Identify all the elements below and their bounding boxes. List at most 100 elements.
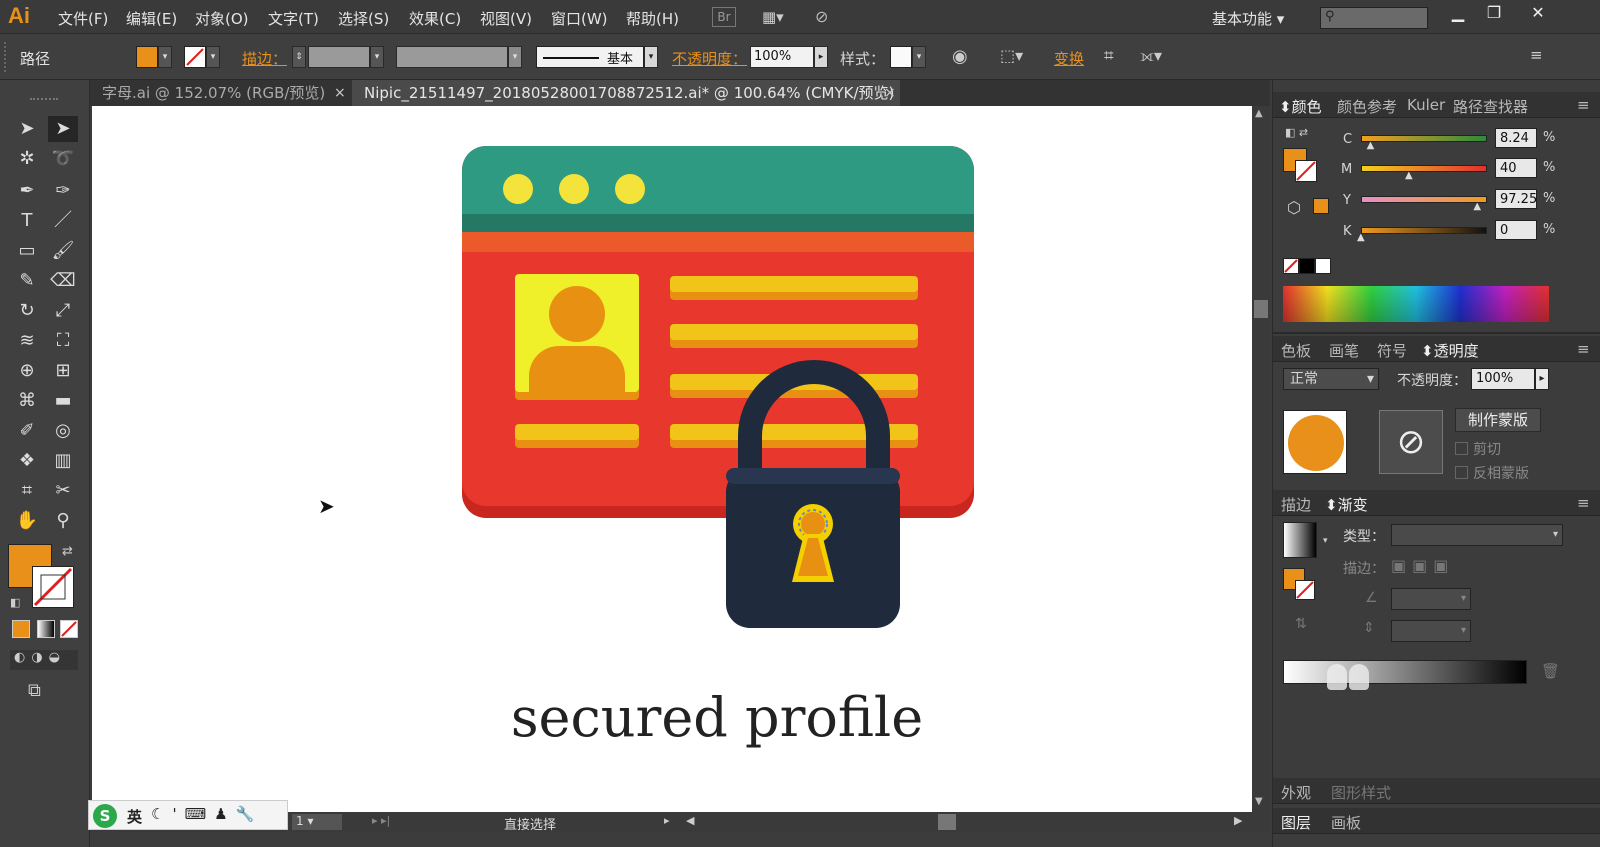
color-spectrum[interactable] xyxy=(1283,286,1549,322)
opacity-arrow[interactable]: ▸ xyxy=(814,46,828,68)
menu-edit[interactable]: 编辑(E) xyxy=(126,8,177,29)
scale-tool-icon[interactable]: ⤢ xyxy=(48,298,78,324)
channel-m-slider[interactable] xyxy=(1361,165,1487,172)
stroke-weight-dropdown[interactable]: ▾ xyxy=(370,46,384,68)
channel-y-slider[interactable] xyxy=(1361,196,1487,203)
stroke-color-icon[interactable] xyxy=(32,566,74,608)
channel-m-value[interactable]: 40 xyxy=(1495,158,1537,178)
invert-mask-checkbox[interactable] xyxy=(1455,466,1468,479)
symbol-sprayer-tool-icon[interactable]: ❖ xyxy=(12,448,42,474)
curvature-tool-icon[interactable]: ✑ xyxy=(48,178,78,204)
close-window-button[interactable]: ✕ xyxy=(1520,2,1556,24)
tab-close-icon[interactable]: × xyxy=(884,80,896,106)
shape-builder-tool-icon[interactable]: ⊕ xyxy=(12,358,42,384)
make-mask-button[interactable]: 制作蒙版 xyxy=(1455,408,1541,432)
slider-thumb-icon[interactable]: ▲ xyxy=(1357,232,1365,243)
hand-tool-icon[interactable]: ✋ xyxy=(12,508,42,534)
restore-button[interactable]: ❐ xyxy=(1476,2,1512,24)
zoom-tool-icon[interactable]: ⚲ xyxy=(48,508,78,534)
channel-k-value[interactable]: 0 xyxy=(1495,220,1537,240)
stroke-none-swatch[interactable] xyxy=(184,46,206,68)
perspective-grid-tool-icon[interactable]: ⊞ xyxy=(48,358,78,384)
clip-checkbox[interactable] xyxy=(1455,442,1468,455)
fill-dropdown[interactable]: ▾ xyxy=(158,46,172,68)
object-thumbnail[interactable] xyxy=(1283,410,1347,474)
menu-view[interactable]: 视图(V) xyxy=(480,8,532,29)
line-tool-icon[interactable]: ／ xyxy=(48,208,78,234)
tab-transparency[interactable]: ⬍透明度 xyxy=(1421,340,1479,361)
tab-color[interactable]: ⬍颜色 xyxy=(1279,96,1322,117)
rectangle-tool-icon[interactable]: ▭ xyxy=(12,238,42,264)
scroll-thumb[interactable] xyxy=(1254,300,1268,318)
opacity-panel-link[interactable]: 不透明度： xyxy=(672,48,747,69)
default-colors-icon[interactable]: ◧ ⇄ xyxy=(1285,126,1308,139)
artboard-number-field[interactable]: 1 ▾ xyxy=(292,814,342,830)
paintbrush-tool-icon[interactable]: 🖌 xyxy=(48,238,78,264)
transparency-opacity-field[interactable]: 100% xyxy=(1471,368,1535,390)
warp-tool-icon[interactable]: ≋ xyxy=(12,328,42,354)
magic-wand-tool-icon[interactable]: ✲ xyxy=(12,146,42,172)
delete-stop-icon[interactable]: 🗑 xyxy=(1541,662,1560,680)
channel-c-value[interactable]: 8.24 xyxy=(1495,128,1537,148)
tab-appearance[interactable]: 外观 xyxy=(1281,782,1311,803)
gradient-stroke-options-icon[interactable]: ▣▣▣ xyxy=(1391,556,1475,578)
bridge-button[interactable]: Br xyxy=(712,7,736,27)
gradient-slider[interactable] xyxy=(1283,660,1527,684)
tab-document-letters[interactable]: 字母.ai @ 152.07% (RGB/预览) xyxy=(90,80,352,106)
white-color-swatch[interactable] xyxy=(1315,258,1331,274)
menu-effect[interactable]: 效果(C) xyxy=(409,8,461,29)
menu-window[interactable]: 窗口(W) xyxy=(551,8,608,29)
slider-thumb-icon[interactable]: ▲ xyxy=(1473,201,1481,212)
pen-tool-icon[interactable]: ✒ xyxy=(12,178,42,204)
ime-language-toggle[interactable]: 英 xyxy=(127,806,142,827)
tab-layers[interactable]: 图层 xyxy=(1281,812,1311,833)
gradient-type-select[interactable]: ▾ xyxy=(1391,524,1563,546)
tab-artboards[interactable]: 画板 xyxy=(1331,812,1361,833)
transform-panel-link[interactable]: 变换 xyxy=(1054,48,1084,69)
blend-tool-icon[interactable]: ◎ xyxy=(48,418,78,444)
menu-object[interactable]: 对象(O) xyxy=(195,8,249,29)
control-panel-menu-icon[interactable]: ≡ xyxy=(1530,46,1543,64)
slice-tool-icon[interactable]: ✂ xyxy=(48,478,78,504)
lasso-tool-icon[interactable]: ➰ xyxy=(48,146,78,172)
tab-gradient[interactable]: ⬍渐变 xyxy=(1325,494,1368,515)
mesh-tool-icon[interactable]: ⌘ xyxy=(12,388,42,414)
gradient-preview-dropdown-icon[interactable]: ▾ xyxy=(1323,536,1328,546)
rotate-tool-icon[interactable]: ↻ xyxy=(12,298,42,324)
color-mode-icon[interactable] xyxy=(12,620,30,638)
brush-definition-field[interactable]: 基本 xyxy=(536,46,644,68)
vertical-scrollbar[interactable]: ▲ ▼ xyxy=(1252,106,1270,812)
menu-help[interactable]: 帮助(H) xyxy=(626,8,679,29)
gpu-performance-icon[interactable]: ⊘ xyxy=(815,7,843,27)
gradient-aspect-field[interactable]: ▾ xyxy=(1391,620,1471,642)
tab-symbols[interactable]: 符号 xyxy=(1377,340,1407,361)
menu-select[interactable]: 选择(S) xyxy=(338,8,389,29)
variable-width-dropdown[interactable]: ▾ xyxy=(508,46,522,68)
h-scroll-thumb[interactable] xyxy=(938,814,956,830)
scroll-down-icon[interactable]: ▼ xyxy=(1255,796,1263,807)
scroll-up-icon[interactable]: ▲ xyxy=(1255,108,1263,119)
gradient-angle-field[interactable]: ▾ xyxy=(1391,588,1471,610)
gamut-color-swatch[interactable] xyxy=(1313,198,1329,214)
out-of-gamut-icon[interactable]: ⬡ xyxy=(1287,198,1301,217)
black-color-swatch[interactable] xyxy=(1299,258,1315,274)
arrange-documents-icon[interactable]: ▦▾ xyxy=(762,8,796,26)
none-mode-icon[interactable] xyxy=(60,620,78,638)
free-transform-tool-icon[interactable]: ⛶ xyxy=(48,328,78,354)
gradient-stroke-swatch[interactable] xyxy=(1295,580,1315,600)
gradient-mode-icon[interactable] xyxy=(37,620,55,638)
tab-document-nipic[interactable]: Nipic_21511497_20180528001708872512.ai* … xyxy=(352,80,900,106)
stroke-weight-field[interactable] xyxy=(308,46,370,68)
channel-c-slider[interactable] xyxy=(1361,135,1487,142)
slider-thumb-icon[interactable]: ▲ xyxy=(1405,170,1413,181)
status-menu-icon[interactable]: ▸ xyxy=(664,814,670,827)
ime-tools-icons[interactable]: ☾ꞌ⌨♟🔧 xyxy=(151,805,262,823)
none-color-swatch[interactable] xyxy=(1283,258,1299,274)
direct-selection-tool-icon[interactable]: ➤ xyxy=(48,116,78,142)
channel-y-value[interactable]: 97.25 xyxy=(1495,189,1537,209)
menu-type[interactable]: 文字(T) xyxy=(268,8,319,29)
panel-menu-icon[interactable]: ≡ xyxy=(1577,340,1590,358)
mask-thumbnail-icon[interactable]: ⊘ xyxy=(1379,410,1443,474)
brush-dropdown[interactable]: ▾ xyxy=(644,46,658,68)
type-tool-icon[interactable]: T xyxy=(12,208,42,234)
